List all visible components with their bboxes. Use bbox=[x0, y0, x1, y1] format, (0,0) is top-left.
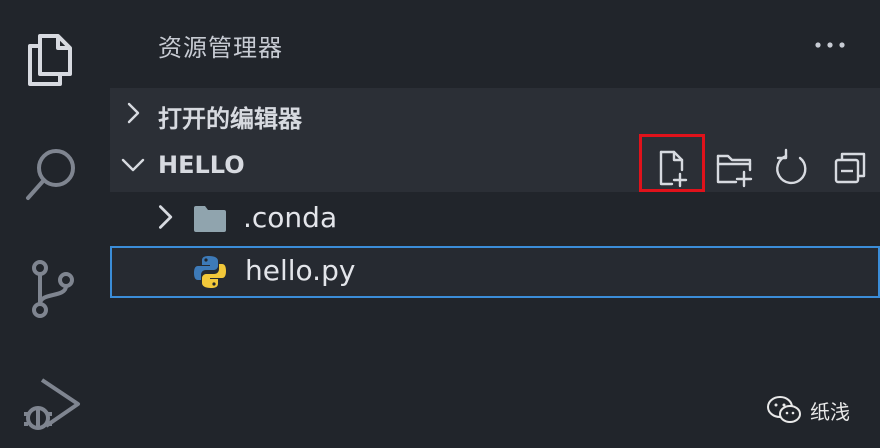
open-editors-label: 打开的编辑器 bbox=[158, 105, 302, 133]
explorer-title: 资源管理器 bbox=[158, 34, 283, 62]
folder-icon bbox=[192, 201, 228, 237]
explorer-header: 资源管理器 bbox=[110, 0, 880, 88]
refresh-icon[interactable] bbox=[772, 148, 812, 188]
tree-item-label: hello.py bbox=[245, 254, 356, 287]
open-editors-section[interactable]: 打开的编辑器 bbox=[110, 88, 880, 140]
run-debug-icon[interactable] bbox=[20, 374, 82, 436]
tree-item-hello-py[interactable]: hello.py bbox=[110, 246, 880, 298]
files-icon[interactable] bbox=[20, 28, 82, 90]
workspace-label: HELLO bbox=[158, 151, 245, 179]
wechat-icon bbox=[767, 396, 801, 423]
python-icon bbox=[192, 254, 228, 290]
tree-item-conda[interactable]: .conda bbox=[110, 193, 880, 245]
workspace-section-hello[interactable]: HELLO bbox=[110, 134, 880, 192]
collapse-all-icon[interactable] bbox=[830, 148, 870, 188]
tree-item-label: .conda bbox=[243, 201, 338, 234]
watermark-text: 纸浅 bbox=[810, 399, 850, 424]
explorer-sidebar: 资源管理器 打开的编辑器 HELLO .conda hello.py bbox=[110, 0, 880, 448]
ellipsis-icon[interactable] bbox=[810, 30, 850, 60]
chevron-right-icon bbox=[120, 100, 146, 126]
source-control-icon[interactable] bbox=[20, 258, 82, 320]
new-folder-icon[interactable] bbox=[714, 148, 754, 188]
chevron-right-icon bbox=[150, 202, 180, 232]
watermark: 纸浅 bbox=[766, 392, 850, 428]
highlight-box bbox=[639, 134, 705, 192]
activity-bar bbox=[0, 0, 110, 448]
chevron-down-icon bbox=[120, 152, 146, 178]
search-icon[interactable] bbox=[20, 144, 82, 206]
